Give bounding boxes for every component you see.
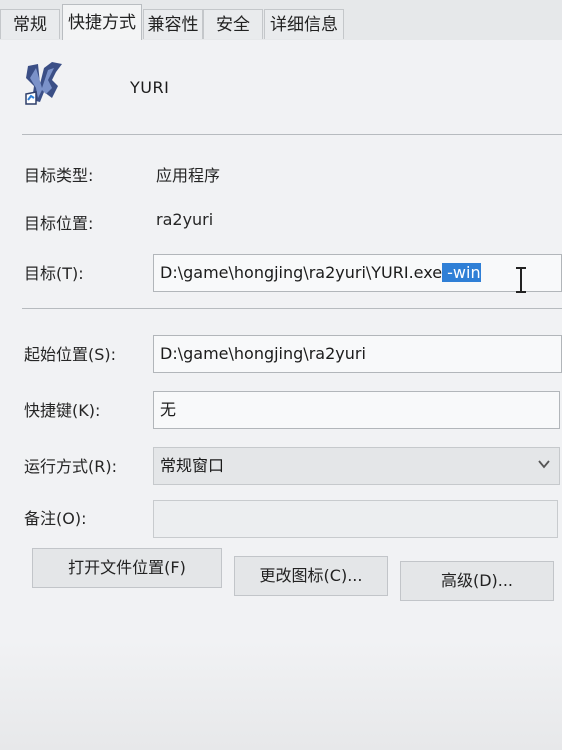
target-label: 目标(T): [24,264,84,283]
tab-compatibility[interactable]: 兼容性 [143,9,203,39]
open-file-location-button[interactable]: 打开文件位置(F) [32,548,222,588]
start-in-label: 起始位置(S): [24,345,117,364]
advanced-button[interactable]: 高级(D)... [400,561,554,601]
text-cursor-icon [516,267,526,293]
comment-label: 备注(O): [24,509,87,528]
tab-bar: 常规 快捷方式 兼容性 安全 详细信息 [0,0,562,41]
target-selected-text: -win [442,263,481,282]
yuri-app-icon [25,62,62,105]
divider [22,308,562,309]
target-type-label: 目标类型: [24,166,94,185]
tab-shortcut[interactable]: 快捷方式 [62,4,142,41]
comment-input[interactable] [153,500,558,538]
target-type-value: 应用程序 [156,166,221,185]
divider [22,134,562,135]
tab-general[interactable]: 常规 [0,9,60,39]
run-select[interactable]: 常规窗口 [153,447,560,485]
tab-security[interactable]: 安全 [203,9,263,39]
target-input[interactable]: D:\game\hongjing\ra2yuri\YURI.exe -win [153,254,562,292]
chevron-down-icon [538,460,550,469]
start-in-input[interactable]: D:\game\hongjing\ra2yuri [153,335,562,373]
target-location-label: 目标位置: [24,214,94,233]
target-location-value: ra2yuri [156,210,214,229]
hotkey-label: 快捷键(K): [24,401,101,420]
shortcut-name: YURI [130,78,170,97]
panel-bottom [0,640,562,750]
tab-details[interactable]: 详细信息 [264,9,344,39]
target-text: D:\game\hongjing\ra2yuri\YURI.exe [160,263,443,282]
run-label: 运行方式(R): [24,457,117,476]
run-value: 常规窗口 [160,456,225,475]
hotkey-input[interactable]: 无 [153,391,560,429]
change-icon-button[interactable]: 更改图标(C)... [234,556,388,596]
